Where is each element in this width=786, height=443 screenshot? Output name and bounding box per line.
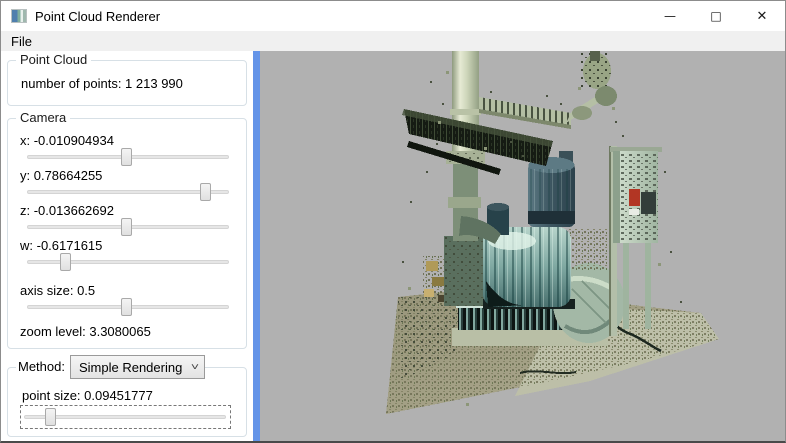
point-cloud-group-title: Point Cloud <box>16 52 92 67</box>
splitter-handle[interactable] <box>253 51 260 441</box>
slider-label: z: -0.013662692 <box>20 203 114 218</box>
method-combobox-value: Simple Rendering <box>78 359 183 375</box>
point-cloud-groupbox: Point Cloud number of points: 1 213 990 <box>7 52 247 106</box>
slider-handle[interactable] <box>120 298 132 316</box>
app-window: Point Cloud Renderer — □ ✕ File Point Cl… <box>0 0 786 443</box>
point-cloud-render <box>260 51 785 441</box>
point-size-label: point size: 0.09451777 <box>22 388 153 403</box>
window-title: Point Cloud Renderer <box>35 8 161 24</box>
method-combobox[interactable]: Simple Rendering ˅ <box>69 355 206 379</box>
method-groupbox: Method: Simple Rendering ˅ point size: 0… <box>7 355 247 437</box>
slider[interactable] <box>27 298 229 316</box>
zoom-level-label: zoom level: 3.3080065 <box>20 324 151 339</box>
viewport-3d[interactable] <box>260 51 785 441</box>
camera-slider-row-w: w: -0.6171615 <box>18 238 236 271</box>
minimize-button[interactable]: — <box>647 1 693 31</box>
slider[interactable] <box>27 218 229 236</box>
menu-bar: File <box>1 31 785 51</box>
menu-file[interactable]: File <box>5 33 38 50</box>
title-bar: Point Cloud Renderer — □ ✕ <box>1 1 785 31</box>
control-panel: Point Cloud number of points: 1 213 990 … <box>1 51 253 441</box>
slider-groove[interactable] <box>27 190 229 194</box>
slider[interactable] <box>27 148 229 166</box>
slider-handle[interactable] <box>60 253 72 271</box>
camera-groupbox: Camera x: -0.010904934 y: 0.78664255 z: … <box>7 110 247 349</box>
slider-handle[interactable] <box>45 408 57 426</box>
app-icon <box>11 9 27 23</box>
method-row: Method: Simple Rendering ˅ <box>16 355 206 379</box>
slider-handle[interactable] <box>120 148 132 166</box>
slider-label: x: -0.010904934 <box>20 133 114 148</box>
camera-group-title: Camera <box>16 110 71 125</box>
method-label: Method: <box>16 355 70 379</box>
slider-groove[interactable] <box>27 260 229 264</box>
camera-slider-row-y: y: 0.78664255 <box>18 168 236 201</box>
close-button[interactable]: ✕ <box>739 1 785 31</box>
slider-label: axis size: 0.5 <box>20 283 96 298</box>
camera-slider-row-z: z: -0.013662692 <box>18 203 236 236</box>
chevron-down-icon: ˅ <box>191 361 200 373</box>
slider-label: y: 0.78664255 <box>20 168 103 183</box>
camera-slider-row-axis-size: axis size: 0.5 <box>18 283 236 316</box>
slider-label: w: -0.6171615 <box>20 238 103 253</box>
slider-handle[interactable] <box>120 218 132 236</box>
slider[interactable] <box>27 183 229 201</box>
point-size-slider-focus-frame <box>20 405 231 429</box>
camera-sliders: x: -0.010904934 y: 0.78664255 z: -0.0136… <box>18 133 236 316</box>
slider-handle[interactable] <box>199 183 211 201</box>
slider[interactable] <box>27 253 229 271</box>
camera-slider-row-x: x: -0.010904934 <box>18 133 236 166</box>
maximize-button[interactable]: □ <box>693 1 739 31</box>
point-size-slider[interactable] <box>24 408 226 426</box>
